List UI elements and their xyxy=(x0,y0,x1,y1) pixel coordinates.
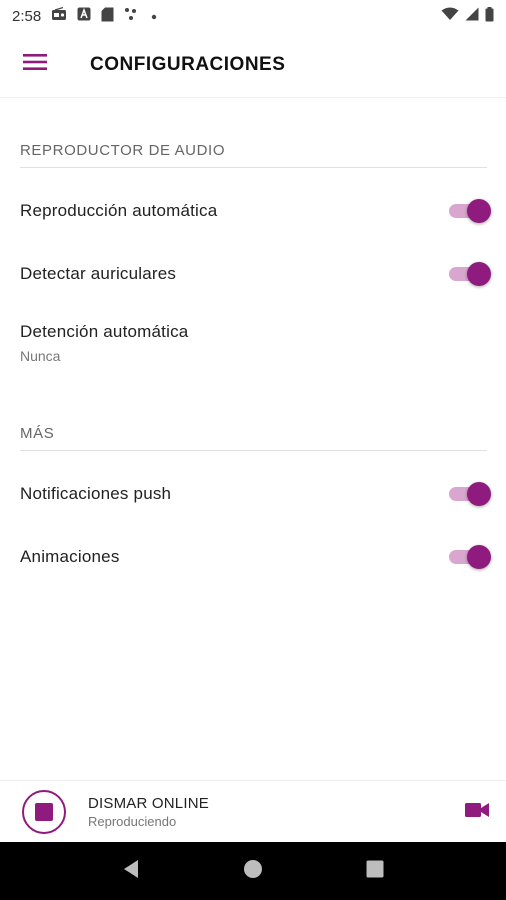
player-info[interactable]: DISMAR ONLINE Reproduciendo xyxy=(88,795,209,829)
back-triangle-icon xyxy=(122,859,140,884)
status-left: 2:58 xyxy=(12,6,158,26)
status-time: 2:58 xyxy=(12,7,42,25)
setting-autoplay[interactable]: Reproducción automática xyxy=(20,197,491,225)
setting-auto-stop[interactable]: Detención automática Nunca xyxy=(20,322,487,364)
recents-button[interactable] xyxy=(355,851,395,891)
signal-icon xyxy=(465,7,479,25)
stop-icon xyxy=(35,802,53,821)
battery-icon xyxy=(485,6,494,26)
setting-auto-stop-value: Nunca xyxy=(20,348,61,364)
sd-card-icon xyxy=(101,7,114,26)
videocam-icon xyxy=(465,802,489,823)
page-title: CONFIGURACIONES xyxy=(90,53,286,75)
app-bar: CONFIGURACIONES xyxy=(0,32,506,98)
toggle-thumb xyxy=(467,199,491,223)
setting-autoplay-label: Reproducción automática xyxy=(20,201,218,220)
setting-animations[interactable]: Animaciones xyxy=(20,543,491,571)
small-dot-icon xyxy=(150,8,158,25)
mini-player: DISMAR ONLINE Reproduciendo xyxy=(0,780,506,842)
wifi-icon xyxy=(441,7,459,25)
push-notifications-toggle[interactable] xyxy=(449,482,491,506)
stop-button[interactable] xyxy=(22,789,66,834)
home-button[interactable] xyxy=(233,851,273,891)
toggle-thumb xyxy=(467,262,491,286)
setting-push-notifications-label: Notificaciones push xyxy=(20,484,172,503)
player-station-name: DISMAR ONLINE xyxy=(88,794,209,812)
home-circle-icon xyxy=(243,859,263,884)
toggle-thumb xyxy=(467,545,491,569)
section-header-more: MÁS xyxy=(20,425,487,451)
detect-headphones-toggle[interactable] xyxy=(449,262,491,286)
autoplay-toggle[interactable] xyxy=(449,199,491,223)
radio-icon xyxy=(51,6,67,25)
setting-auto-stop-label: Detención automática xyxy=(20,322,189,341)
setting-detect-headphones-label: Detectar auriculares xyxy=(20,264,177,283)
recents-square-icon xyxy=(366,860,384,883)
back-button[interactable] xyxy=(111,851,151,891)
toggle-thumb xyxy=(467,482,491,506)
a-icon xyxy=(77,7,91,25)
system-nav-bar xyxy=(0,842,506,900)
hamburger-menu-icon xyxy=(23,53,47,76)
video-button[interactable] xyxy=(464,799,490,825)
status-bar: 2:58 xyxy=(0,0,506,32)
status-right xyxy=(441,6,494,26)
dots-icon xyxy=(124,7,140,25)
setting-animations-label: Animaciones xyxy=(20,547,120,566)
menu-button[interactable] xyxy=(0,32,70,98)
player-status: Reproduciendo xyxy=(88,813,177,829)
setting-detect-headphones[interactable]: Detectar auriculares xyxy=(20,260,491,288)
animations-toggle[interactable] xyxy=(449,545,491,569)
section-header-audio: REPRODUCTOR DE AUDIO xyxy=(20,142,487,168)
setting-push-notifications[interactable]: Notificaciones push xyxy=(20,480,491,508)
